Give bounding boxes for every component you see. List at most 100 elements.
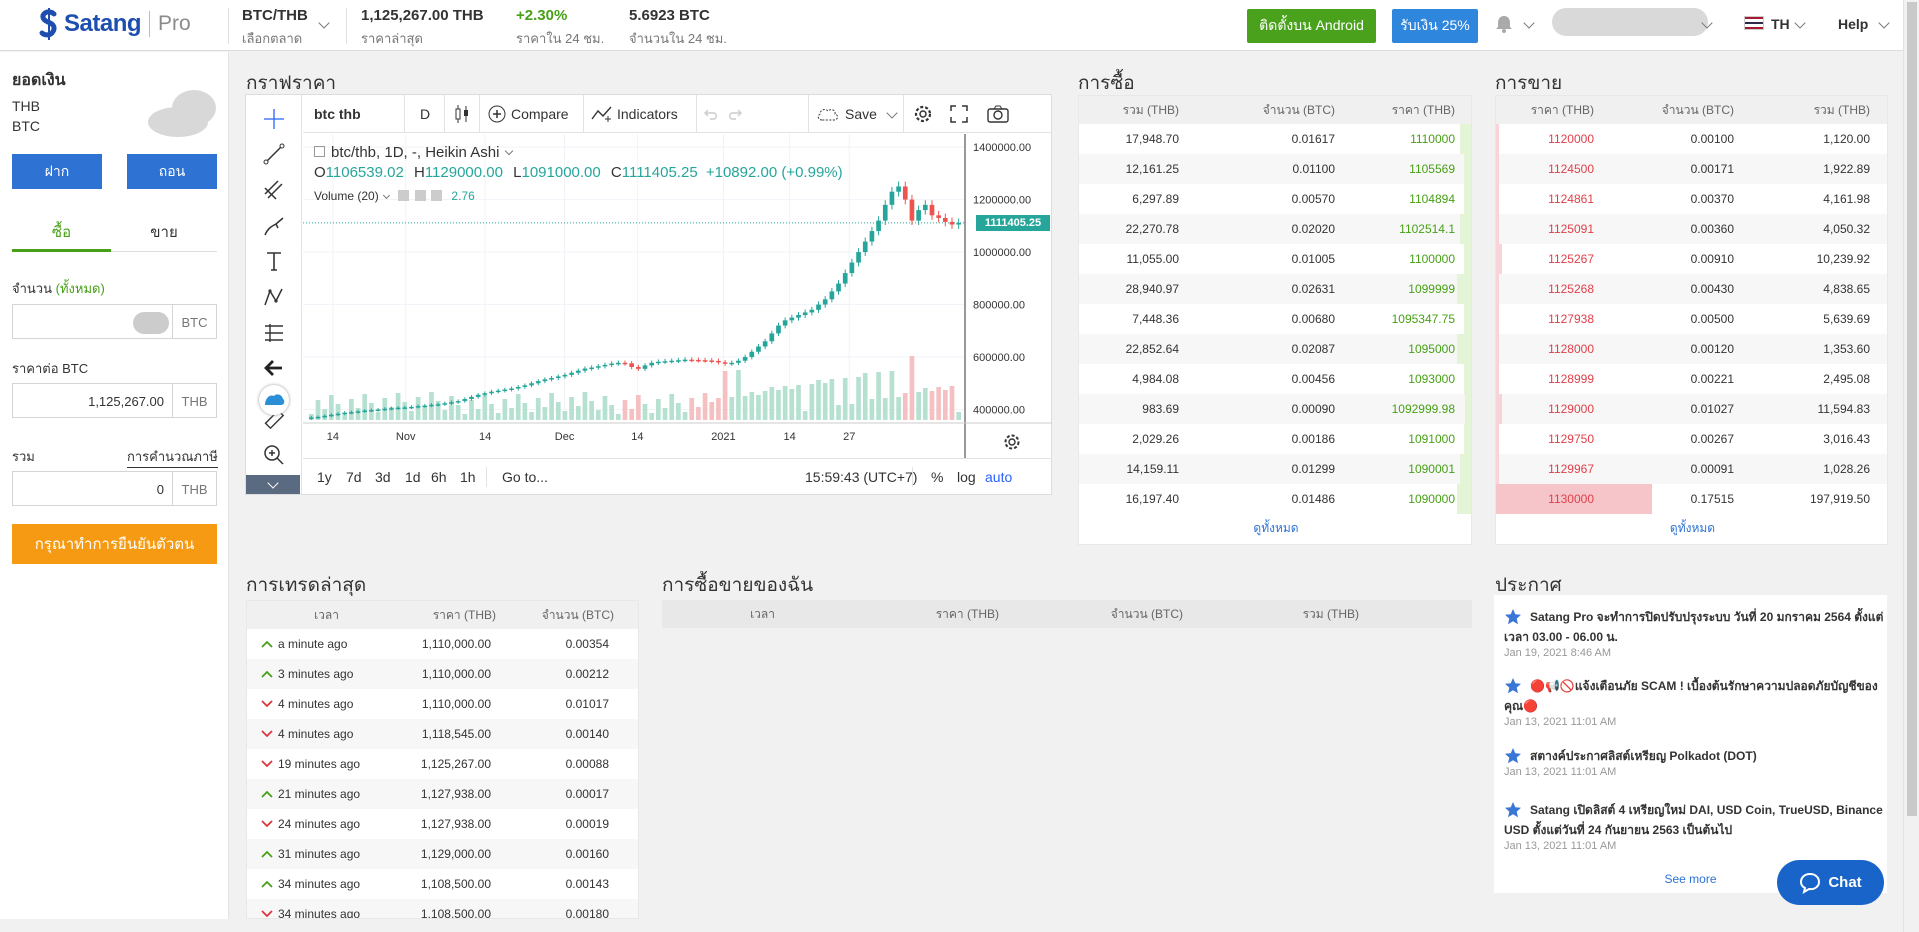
range-1h[interactable]: 1h: [460, 469, 476, 485]
tab-buy[interactable]: ซื้อ: [12, 220, 111, 252]
chart-symbol[interactable]: btc thb: [314, 106, 361, 122]
announcement-item[interactable]: Satang Pro จะทำการปิดปรับปรุงระบบ วันที่…: [1504, 607, 1884, 659]
chevron-down-icon[interactable]: [318, 17, 330, 29]
account-menu[interactable]: [1552, 8, 1708, 36]
sell-book-row[interactable]: 1129967 0.00091 1,028.26: [1496, 454, 1887, 484]
sell-book-row[interactable]: 1127938 0.00500 5,639.69: [1496, 304, 1887, 334]
buy-book-row[interactable]: 7,448.36 0.00680 1095347.75: [1079, 304, 1471, 334]
redo-icon[interactable]: [727, 107, 743, 121]
prediction-icon[interactable]: [262, 321, 286, 345]
deposit-button[interactable]: ฝาก: [12, 154, 102, 189]
zoom-in-icon[interactable]: [262, 443, 286, 467]
sell-book-row[interactable]: 1130000 0.17515 197,919.50: [1496, 484, 1887, 514]
thai-flag-icon[interactable]: [1744, 16, 1764, 30]
announcement-item[interactable]: สตางค์ประกาศลิสต์เหรียญ Polkadot (DOT) Ja…: [1504, 746, 1884, 778]
buy-book-row[interactable]: 983.69 0.00090 1092999.98: [1079, 394, 1471, 424]
sell-book-row[interactable]: 1128000 0.00120 1,353.60: [1496, 334, 1887, 364]
brand-logo[interactable]: Satang Pro: [38, 8, 191, 40]
buy-book-row[interactable]: 12,161.25 0.01100 1105569: [1079, 154, 1471, 184]
chevron-down-icon[interactable]: [1878, 17, 1890, 29]
horizontal-scrollbar[interactable]: [0, 919, 1903, 932]
buy-book-row[interactable]: 4,984.08 0.00456 1093000: [1079, 364, 1471, 394]
install-android-button[interactable]: ติดตั้งบน Android: [1247, 9, 1376, 43]
amount-input[interactable]: BTC: [12, 304, 217, 339]
buy-book-row[interactable]: 16,197.40 0.01486 1090000: [1079, 484, 1471, 514]
chevron-down-icon[interactable]: [1794, 17, 1806, 29]
sell-book-row[interactable]: 1125091 0.00360 4,050.32: [1496, 214, 1887, 244]
range-6h[interactable]: 6h: [431, 469, 447, 485]
text-tool-icon[interactable]: [262, 249, 286, 273]
buy-book-row[interactable]: 14,159.11 0.01299 1090001: [1079, 454, 1471, 484]
goto-date-button[interactable]: Go to...: [502, 469, 548, 485]
chevron-down-icon[interactable]: [1523, 17, 1535, 29]
auto-scale-button[interactable]: auto: [985, 469, 1012, 485]
promo-button[interactable]: รับเงิน 25%: [1392, 9, 1478, 43]
cloud-save-icon[interactable]: [816, 106, 840, 122]
sell-book-row[interactable]: 1128999 0.00221 2,495.08: [1496, 364, 1887, 394]
announcement-item[interactable]: Satang เปิดลิสต์ 4 เหรียญใหม่ DAI, USD C…: [1504, 800, 1884, 852]
buy-book-see-all[interactable]: ดูทั้งหมด: [1079, 519, 1473, 538]
compare-button[interactable]: Compare: [511, 106, 569, 122]
amount-slider-handle[interactable]: [133, 312, 169, 334]
announcement-item[interactable]: 🔴📢🚫แจ้งเตือนภัย SCAM ! เบื้องต้นรักษาควา…: [1504, 676, 1884, 728]
close-icon[interactable]: [431, 190, 443, 201]
pattern-icon[interactable]: [262, 285, 286, 309]
buy-book-row[interactable]: 2,029.26 0.00186 1091000: [1079, 424, 1471, 454]
range-7d[interactable]: 7d: [346, 469, 362, 485]
axis-settings-gear-icon[interactable]: [1003, 433, 1021, 451]
indicators-icon[interactable]: [591, 105, 613, 123]
sell-book-row[interactable]: 1129750 0.00267 3,016.43: [1496, 424, 1887, 454]
log-scale-button[interactable]: log: [957, 469, 976, 485]
undo-icon[interactable]: [703, 107, 719, 121]
trend-line-icon[interactable]: [262, 142, 286, 166]
settings-gear-icon[interactable]: [913, 104, 933, 124]
visibility-icon[interactable]: [398, 190, 410, 201]
notification-bell-icon[interactable]: [1494, 14, 1514, 39]
sell-book-row[interactable]: 1125267 0.00910 10,239.92: [1496, 244, 1887, 274]
brush-icon[interactable]: [262, 214, 286, 238]
verify-identity-button[interactable]: กรุณาทำการยืนยันตัวตน: [12, 524, 217, 564]
buy-book-row[interactable]: 28,940.97 0.02631 1099999: [1079, 274, 1471, 304]
buy-book-row[interactable]: 22,270.78 0.02020 1102514.1: [1079, 214, 1471, 244]
indicators-button[interactable]: Indicators: [617, 106, 678, 122]
range-1d[interactable]: 1d: [405, 469, 421, 485]
buy-book-row[interactable]: 6,297.89 0.00570 1104894: [1079, 184, 1471, 214]
sell-book-row[interactable]: 1124500 0.00171 1,922.89: [1496, 154, 1887, 184]
vertical-scrollbar[interactable]: [1903, 0, 1919, 932]
collapse-toolbar-button[interactable]: [246, 475, 300, 494]
candlestick-chart[interactable]: 400000.00 600000.00 800000.00 1000000.00 120…: [303, 134, 1052, 458]
amount-all-link[interactable]: (ทั้งหมด): [56, 281, 105, 296]
chevron-down-icon[interactable]: [886, 107, 898, 119]
total-input-value[interactable]: 0: [13, 472, 172, 505]
sell-book-row[interactable]: 1124861 0.00370 4,161.98: [1496, 184, 1887, 214]
settings-icon[interactable]: [414, 190, 426, 201]
range-1y[interactable]: 1y: [317, 469, 332, 485]
sell-book-see-all[interactable]: ดูทั้งหมด: [1496, 519, 1889, 538]
buy-book-row[interactable]: 22,852.64 0.02087 1095000: [1079, 334, 1471, 364]
crosshair-icon[interactable]: [262, 107, 286, 131]
sell-book-row[interactable]: 1129000 0.01027 11,594.83: [1496, 394, 1887, 424]
language-selector[interactable]: TH: [1771, 16, 1790, 32]
chat-button[interactable]: Chat: [1777, 860, 1884, 905]
save-button[interactable]: Save: [845, 106, 877, 122]
sell-book-row[interactable]: 1125268 0.00430 4,838.65: [1496, 274, 1887, 304]
percent-scale-button[interactable]: %: [931, 469, 943, 485]
price-input[interactable]: 1,125,267.00 THB: [12, 383, 217, 418]
back-arrow-icon[interactable]: [262, 356, 286, 380]
market-selector[interactable]: BTC/THB เลือกตลาด: [242, 7, 308, 49]
chart-interval[interactable]: D: [420, 106, 430, 122]
camera-icon[interactable]: [987, 105, 1009, 123]
price-input-value[interactable]: 1,125,267.00: [13, 384, 172, 417]
range-3d[interactable]: 3d: [375, 469, 391, 485]
pitchfork-icon[interactable]: [262, 178, 286, 202]
compare-plus-icon[interactable]: [488, 105, 506, 123]
help-menu[interactable]: Help: [1838, 16, 1868, 32]
total-input[interactable]: 0 THB: [12, 471, 217, 506]
tax-calc-link[interactable]: การคำนวณภาษี: [127, 446, 218, 468]
candle-style-icon[interactable]: [453, 104, 471, 124]
tradingview-logo-icon[interactable]: [259, 385, 289, 415]
buy-book-row[interactable]: 17,948.70 0.01617 1110000: [1079, 124, 1471, 154]
sell-book-row[interactable]: 1120000 0.00100 1,120.00: [1496, 124, 1887, 154]
buy-book-row[interactable]: 11,055.00 0.01005 1100000: [1079, 244, 1471, 274]
fullscreen-icon[interactable]: [950, 105, 968, 123]
